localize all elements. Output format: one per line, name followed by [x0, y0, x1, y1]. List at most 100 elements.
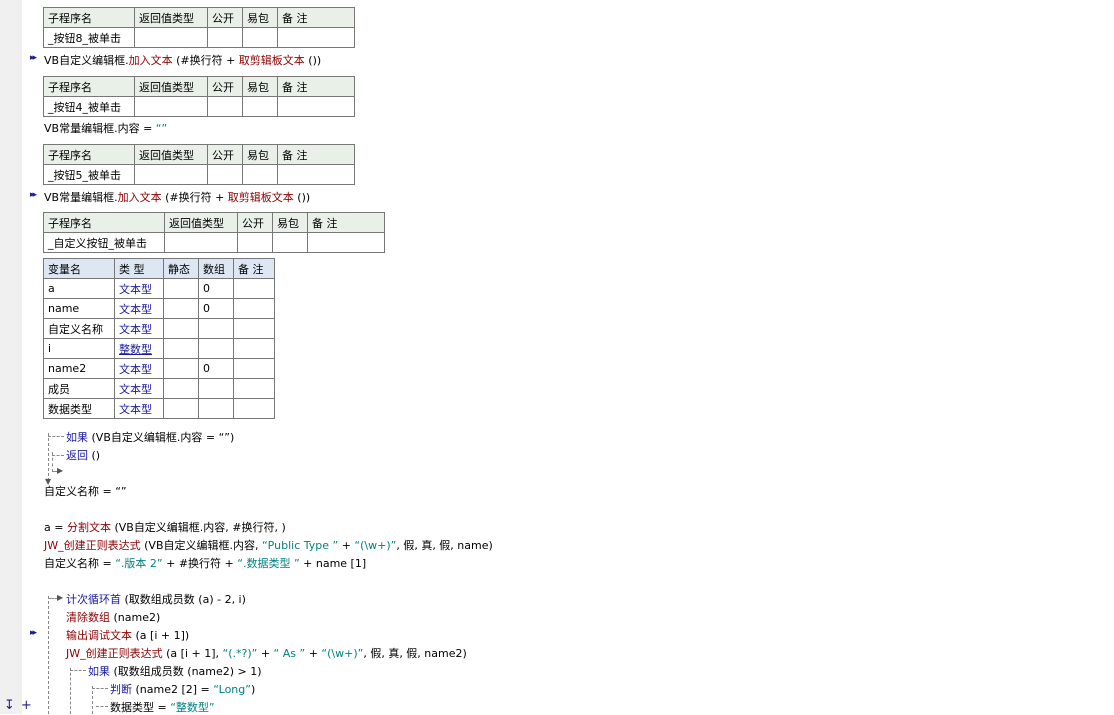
var-static-cell[interactable] [163, 378, 199, 399]
sub-name-cell[interactable]: _按钮5_被单击 [43, 164, 135, 185]
sub-name-cell[interactable]: _按钮4_被单击 [43, 96, 135, 117]
table-row[interactable]: name 文本型 0 [43, 298, 275, 319]
sub-name-cell[interactable]: _按钮8_被单击 [43, 27, 135, 48]
code-line[interactable]: a = 分割文本 (VB自定义编辑框.内容, #换行符, ) [44, 519, 286, 535]
return-type-cell[interactable] [134, 27, 208, 48]
easy-cell[interactable] [242, 27, 278, 48]
var-array-cell[interactable] [198, 318, 234, 339]
var-static-cell[interactable] [163, 398, 199, 419]
code-token: 返回 [66, 449, 88, 462]
note-cell[interactable] [277, 164, 355, 185]
var-note-cell[interactable] [233, 278, 275, 299]
var-name-cell[interactable]: 自定义名称 [43, 318, 115, 339]
var-note-cell[interactable] [233, 298, 275, 319]
code-line[interactable]: VB常量编辑框.加入文本 (#换行符 + 取剪辑板文本 ()) [44, 189, 310, 205]
var-array-cell[interactable]: 0 [198, 298, 234, 319]
easy-cell[interactable] [242, 96, 278, 117]
code-line[interactable]: 判断 (name2 [2] = “Long”) [110, 681, 255, 697]
code-token: 自定义名称 = [44, 557, 116, 570]
breakpoint-arrow-icon[interactable]: ▸▸ [30, 628, 37, 638]
flow-guide [48, 596, 49, 714]
col-var-note: 备 注 [233, 258, 275, 279]
code-token: VB常量编辑框 [44, 191, 115, 204]
table-row[interactable]: i 整数型 [43, 338, 275, 359]
breakpoint-arrow-icon[interactable]: ▸▸ [30, 53, 37, 63]
var-array-cell[interactable] [198, 338, 234, 359]
var-type-cell[interactable]: 文本型 [114, 358, 164, 379]
var-name-cell[interactable]: 成员 [43, 378, 115, 399]
code-token: (a [i + 1], [162, 647, 223, 660]
note-cell[interactable] [277, 96, 355, 117]
col-sub-name: 子程序名 [43, 212, 165, 233]
var-array-cell[interactable] [198, 398, 234, 419]
table-row[interactable]: a 文本型 0 [43, 278, 275, 299]
var-type-cell[interactable]: 文本型 [114, 278, 164, 299]
code-line[interactable]: 输出调试文本 (a [i + 1]) [66, 627, 189, 643]
code-token: (a [i + 1]) [132, 629, 190, 642]
easy-cell[interactable] [242, 164, 278, 185]
var-type-cell[interactable]: 整数型 [114, 338, 164, 359]
editor-gutter[interactable] [0, 0, 22, 714]
var-type-cell[interactable]: 文本型 [114, 378, 164, 399]
step-into-icon[interactable]: ↧ [4, 698, 15, 713]
var-static-cell[interactable] [163, 358, 199, 379]
col-var-type: 类 型 [114, 258, 164, 279]
var-static-cell[interactable] [163, 338, 199, 359]
public-cell[interactable] [207, 96, 243, 117]
return-type-cell[interactable] [164, 232, 238, 253]
var-name-cell[interactable]: name2 [43, 358, 115, 379]
sub-name-cell[interactable]: _自定义按钮_被单击 [43, 232, 165, 253]
var-note-cell[interactable] [233, 378, 275, 399]
code-line[interactable]: 清除数组 (name2) [66, 609, 160, 625]
var-static-cell[interactable] [163, 318, 199, 339]
var-static-cell[interactable] [163, 278, 199, 299]
flow-guide [52, 455, 64, 456]
table-row[interactable]: 成员 文本型 [43, 378, 275, 399]
return-type-cell[interactable] [134, 96, 208, 117]
code-token: + #换行符 + [162, 557, 238, 570]
code-line[interactable]: 数据类型 = “整数型” [110, 699, 215, 715]
var-note-cell[interactable] [233, 358, 275, 379]
code-line[interactable]: 自定义名称 = “” [44, 483, 127, 499]
var-name-cell[interactable]: i [43, 338, 115, 359]
return-type-cell[interactable] [134, 164, 208, 185]
code-line[interactable]: 返回 () [66, 447, 100, 463]
code-line[interactable]: 如果 (取数组成员数 (name2) > 1) [88, 663, 262, 679]
note-cell[interactable] [277, 27, 355, 48]
code-token: 计次循环首 [66, 593, 121, 606]
public-cell[interactable] [207, 164, 243, 185]
var-note-cell[interactable] [233, 338, 275, 359]
public-cell[interactable] [207, 27, 243, 48]
code-line[interactable]: VB自定义编辑框.加入文本 (#换行符 + 取剪辑板文本 ()) [44, 52, 321, 68]
note-cell[interactable] [307, 232, 385, 253]
table-row[interactable]: name2 文本型 0 [43, 358, 275, 379]
subroutine-table: 子程序名 返回值类型 公开 易包 备 注 _按钮8_被单击 [43, 7, 355, 48]
table-row[interactable]: 数据类型 文本型 [43, 398, 275, 419]
col-note: 备 注 [277, 144, 355, 165]
code-token: ) [250, 683, 256, 696]
var-note-cell[interactable] [233, 398, 275, 419]
breakpoint-arrow-icon[interactable]: ▸▸ [30, 190, 37, 200]
var-array-cell[interactable]: 0 [198, 358, 234, 379]
var-type-cell[interactable]: 文本型 [114, 318, 164, 339]
col-public: 公开 [207, 7, 243, 28]
code-line[interactable]: JW_创建正则表达式 (VB自定义编辑框.内容, “Public Type ” … [44, 537, 493, 553]
code-line[interactable]: 计次循环首 (取数组成员数 (a) - 2, i) [66, 591, 246, 607]
var-name-cell[interactable]: a [43, 278, 115, 299]
code-line[interactable]: VB常量编辑框.内容 = “” [44, 120, 167, 136]
easy-cell[interactable] [272, 232, 308, 253]
var-static-cell[interactable] [163, 298, 199, 319]
var-name-cell[interactable]: name [43, 298, 115, 319]
var-type-cell[interactable]: 文本型 [114, 398, 164, 419]
var-name-cell[interactable]: 数据类型 [43, 398, 115, 419]
var-array-cell[interactable] [198, 378, 234, 399]
code-line[interactable]: JW_创建正则表达式 (a [i + 1], “(.*?)” + “ As ” … [66, 645, 467, 661]
code-line[interactable]: 自定义名称 = “.版本 2” + #换行符 + “.数据类型 ” + name… [44, 555, 366, 571]
expand-plus-icon[interactable]: + [21, 698, 32, 713]
public-cell[interactable] [237, 232, 273, 253]
table-row[interactable]: 自定义名称 文本型 [43, 318, 275, 339]
var-note-cell[interactable] [233, 318, 275, 339]
var-type-cell[interactable]: 文本型 [114, 298, 164, 319]
var-array-cell[interactable]: 0 [198, 278, 234, 299]
code-line[interactable]: 如果 (VB自定义编辑框.内容 = “”) [66, 429, 234, 445]
